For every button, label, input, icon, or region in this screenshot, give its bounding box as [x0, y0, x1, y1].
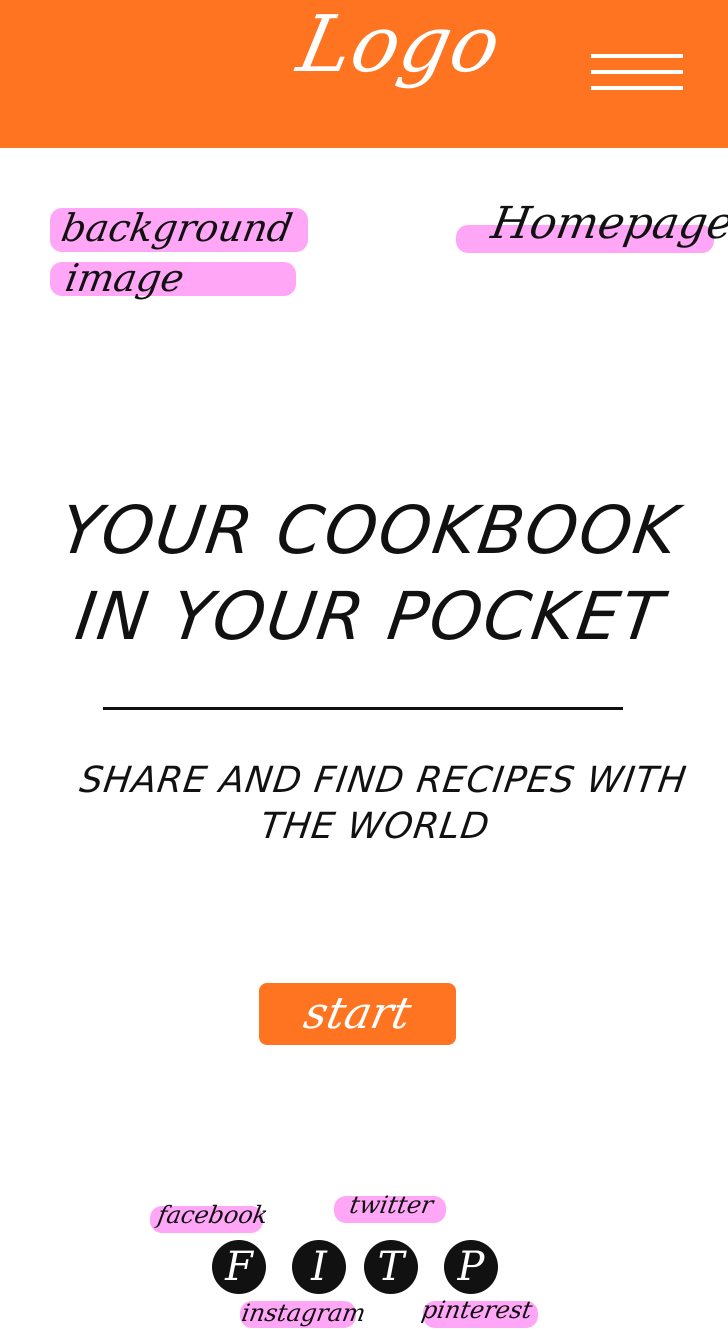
menu-line	[591, 86, 683, 90]
menu-line	[591, 70, 683, 74]
start-button[interactable]: start	[259, 983, 456, 1045]
instagram-label: instagram	[239, 1299, 368, 1327]
instagram-icon[interactable]: I	[292, 1240, 346, 1294]
app-header: Logo	[0, 0, 728, 148]
facebook-label: facebook	[155, 1201, 271, 1229]
logo[interactable]: Logo	[290, 0, 509, 90]
hero-subtitle: THE WORLD	[257, 806, 493, 847]
annotation-background-image: image	[62, 256, 188, 300]
twitter-label: twitter	[347, 1191, 436, 1219]
hero-title: IN YOUR POCKET	[70, 578, 670, 655]
hero-title: YOUR COOKBOOK	[55, 492, 685, 569]
facebook-icon[interactable]: F	[212, 1240, 266, 1294]
annotation-background-image: background	[58, 206, 296, 250]
menu-line	[591, 54, 683, 58]
annotation-page-name: Homepage	[487, 198, 728, 249]
pinterest-icon[interactable]: P	[444, 1240, 498, 1294]
pinterest-label: pinterest	[419, 1296, 535, 1324]
start-button-label: start	[299, 988, 416, 1039]
divider	[103, 707, 623, 710]
hamburger-menu-icon[interactable]	[591, 54, 683, 91]
twitter-icon[interactable]: T	[364, 1240, 418, 1294]
hero-subtitle: SHARE AND FIND RECIPES WITH	[77, 760, 690, 801]
